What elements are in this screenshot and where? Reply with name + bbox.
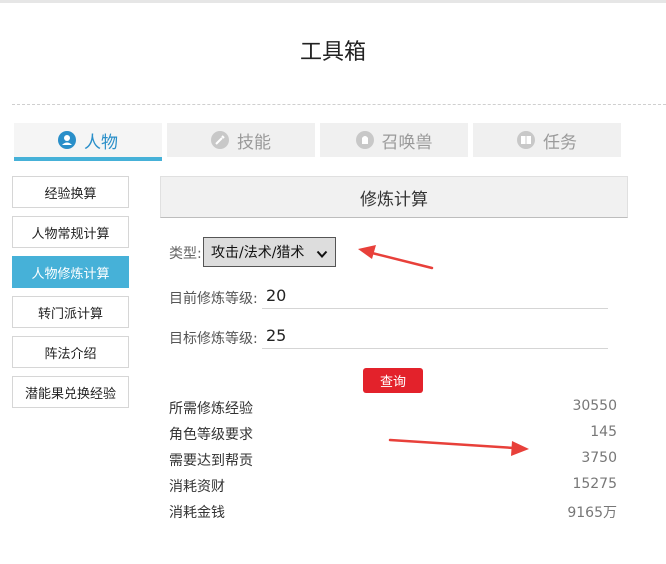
type-label: 类型:	[169, 246, 202, 262]
panel-title: 修炼计算	[160, 176, 628, 218]
book-icon	[517, 131, 535, 149]
sidebar-item-formation-intro[interactable]: 阵法介绍	[12, 336, 129, 368]
result-label: 消耗金钱	[169, 505, 225, 521]
page-title: 工具箱	[299, 40, 366, 65]
result-label: 消耗资财	[169, 479, 225, 495]
result-value: 15275	[572, 476, 617, 492]
current-level-label: 目前修炼等级:	[169, 291, 258, 307]
sidebar-item-label: 经验换算	[44, 186, 97, 202]
user-icon	[58, 131, 76, 149]
type-select-value: 攻击/法术/猎术	[211, 245, 305, 261]
tab-summon-label: 召唤兽	[381, 132, 433, 153]
summon-icon	[355, 131, 374, 149]
annotation-arrow-select	[358, 245, 434, 270]
result-label: 角色等级要求	[169, 427, 253, 443]
result-row: 消耗资财 15275	[169, 476, 619, 496]
result-row: 消耗金钱 9165万	[169, 502, 619, 522]
tab-bar: 人物 技能 召唤兽 任务	[14, 123, 624, 161]
skill-icon	[211, 131, 229, 149]
sidebar-item-school-transfer[interactable]: 转门派计算	[12, 296, 129, 328]
tab-summon[interactable]: 召唤兽	[320, 123, 468, 157]
result-value: 3750	[581, 450, 617, 466]
result-value: 9165万	[567, 505, 617, 521]
sidebar-item-exp-convert[interactable]: 经验换算	[12, 176, 129, 208]
type-select[interactable]: 攻击/法术/猎术	[203, 237, 336, 267]
query-button[interactable]: 查询	[363, 368, 423, 393]
target-level-input[interactable]: 25	[262, 323, 608, 349]
header-divider	[12, 104, 666, 105]
tab-tasks[interactable]: 任务	[473, 123, 621, 157]
tab-character-label: 人物	[84, 132, 118, 153]
result-label: 所需修炼经验	[169, 401, 253, 417]
sidebar-item-character-general[interactable]: 人物常规计算	[12, 216, 129, 248]
chevron-down-icon	[316, 247, 328, 263]
result-value: 145	[590, 424, 617, 440]
sidebar-item-label: 潜能果兑换经验	[24, 386, 116, 402]
sidebar-item-label: 转门派计算	[37, 306, 103, 322]
sidebar-item-character-cultivation[interactable]: 人物修炼计算	[12, 256, 129, 288]
tab-character[interactable]: 人物	[14, 123, 162, 161]
sidebar-item-potential-fruit[interactable]: 潜能果兑换经验	[12, 376, 129, 408]
result-row: 角色等级要求 145	[169, 424, 619, 444]
result-row: 需要达到帮贡 3750	[169, 450, 619, 470]
sidebar-item-label: 人物常规计算	[31, 226, 110, 242]
target-level-label: 目标修炼等级:	[169, 331, 258, 347]
top-border	[0, 0, 666, 3]
sidebar-item-label: 阵法介绍	[44, 346, 97, 362]
tab-tasks-label: 任务	[543, 132, 577, 153]
sidebar-item-label: 人物修炼计算	[31, 266, 110, 282]
tab-skills[interactable]: 技能	[167, 123, 315, 157]
current-level-input[interactable]: 20	[262, 283, 608, 309]
result-value: 30550	[572, 398, 617, 414]
result-row: 所需修炼经验 30550	[169, 398, 619, 418]
tab-skills-label: 技能	[237, 132, 271, 153]
result-label: 需要达到帮贡	[169, 453, 253, 469]
